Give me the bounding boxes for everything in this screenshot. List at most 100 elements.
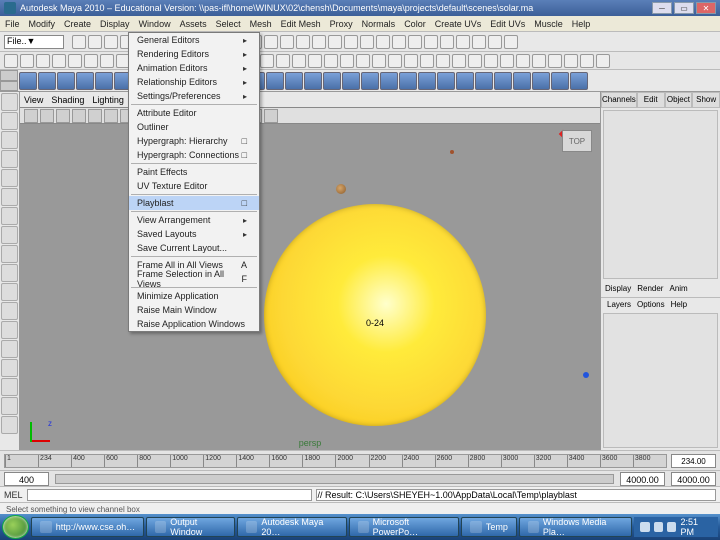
panel-tool-icon[interactable] [24,109,38,123]
planet-object-blue[interactable] [583,372,589,378]
shelf-tab-icon[interactable] [260,54,274,68]
menu-item-raise-main-window[interactable]: Raise Main Window [129,303,259,317]
shelf-button[interactable] [266,72,284,90]
menu-item-paint-effects[interactable]: Paint Effects [129,165,259,179]
toolbar-icon[interactable] [296,35,310,49]
menu-help[interactable]: Help [572,19,591,29]
tool-button[interactable] [1,264,18,282]
shelf-tab-toggle[interactable] [0,70,18,91]
shelf-tab-icon[interactable] [292,54,306,68]
shelf-tab-icon[interactable] [436,54,450,68]
layer-tabs[interactable]: Display Render Anim [601,281,720,297]
menu-item-rendering-editors[interactable]: Rendering Editors [129,47,259,61]
toolbar-icon[interactable] [456,35,470,49]
shelf-tab-icon[interactable] [564,54,578,68]
shelf-button[interactable] [418,72,436,90]
shelf-button[interactable] [532,72,550,90]
shelf-button[interactable] [361,72,379,90]
shelf-tab-icon[interactable] [52,54,66,68]
menu-muscle[interactable]: Muscle [534,19,563,29]
shelf-button[interactable] [95,72,113,90]
shelf-button[interactable] [399,72,417,90]
toolbar-icon[interactable] [344,35,358,49]
shelf-tab-icon[interactable] [484,54,498,68]
menu-item-attribute-editor[interactable]: Attribute Editor [129,106,259,120]
toolbar-icon[interactable] [88,35,102,49]
menu-item-saved-layouts[interactable]: Saved Layouts [129,227,259,241]
range-start-field[interactable]: 400 [4,472,49,486]
shelf-button[interactable] [494,72,512,90]
toolbar-icon[interactable] [360,35,374,49]
window-menu-dropdown[interactable]: General EditorsRendering EditorsAnimatio… [128,32,260,332]
menu-item-raise-application-windows[interactable]: Raise Application Windows [129,317,259,331]
shelf-tab-icon[interactable] [468,54,482,68]
module-selector[interactable]: File..▼ [4,35,64,49]
tool-button[interactable] [1,245,18,263]
layer-tab-display[interactable]: Display [605,284,631,293]
menu-edit-mesh[interactable]: Edit Mesh [281,19,321,29]
shelf-tab-icon[interactable] [372,54,386,68]
command-language-label[interactable]: MEL [4,490,23,500]
shelf-button[interactable] [285,72,303,90]
current-time-field[interactable]: 234.00 [671,454,716,468]
shelf-tab-icon[interactable] [356,54,370,68]
shelf-tab-icon[interactable] [580,54,594,68]
toolbar-icon[interactable] [472,35,486,49]
planet-object-small[interactable] [450,150,454,154]
maximize-button[interactable]: ▭ [674,2,694,14]
tool-button[interactable] [1,150,18,168]
shelf-tab-icon[interactable] [452,54,466,68]
menu-item-save-current-layout-[interactable]: Save Current Layout... [129,241,259,255]
menu-item-hypergraph-hierarchy[interactable]: Hypergraph: Hierarchy [129,134,259,148]
toolbar-icon[interactable] [312,35,326,49]
panel-tool-icon[interactable] [88,109,102,123]
panel-tool-icon[interactable] [56,109,70,123]
toolbar-icon[interactable] [424,35,438,49]
taskbar-item[interactable]: Temp [461,517,517,537]
taskbar-item[interactable]: http://www.cse.oh… [31,517,145,537]
layer-tab-anim[interactable]: Anim [669,284,687,293]
sun-sphere[interactable] [264,204,486,426]
layer-tab-render[interactable]: Render [637,284,663,293]
shelf-button[interactable] [513,72,531,90]
menu-modify[interactable]: Modify [29,19,56,29]
tool-button[interactable] [1,359,18,377]
shelf-tab-icon[interactable] [84,54,98,68]
channel-tab-channels[interactable]: Channels [601,92,637,108]
shelf-button[interactable] [57,72,75,90]
start-button[interactable] [2,515,29,539]
panel-menu-shading[interactable]: Shading [51,95,84,105]
tool-button[interactable] [1,112,18,130]
tool-button[interactable] [1,321,18,339]
taskbar-item[interactable]: Output Window [146,517,235,537]
menu-select[interactable]: Select [216,19,241,29]
toolbar-icon[interactable] [440,35,454,49]
menu-item-uv-texture-editor[interactable]: UV Texture Editor [129,179,259,193]
shelf-button[interactable] [304,72,322,90]
shelf-tab-icon[interactable] [100,54,114,68]
tray-icon[interactable] [654,522,663,532]
tool-button[interactable] [1,131,18,149]
range-bar[interactable] [55,474,614,484]
tool-button[interactable] [1,207,18,225]
menu-item-outliner[interactable]: Outliner [129,120,259,134]
tool-button[interactable] [1,302,18,320]
toolbar-icon[interactable] [392,35,406,49]
close-button[interactable]: ✕ [696,2,716,14]
channel-tab-object[interactable]: Object [665,92,693,108]
menu-window[interactable]: Window [139,19,171,29]
shelf-tab-icon[interactable] [532,54,546,68]
shelf-button[interactable] [475,72,493,90]
shelf-tab-icon[interactable] [324,54,338,68]
shelf-tab-icon[interactable] [340,54,354,68]
planet-object[interactable] [336,184,346,194]
shelf-tab-icon[interactable] [276,54,290,68]
shelf-tab-icon[interactable] [420,54,434,68]
menu-item-hypergraph-connections[interactable]: Hypergraph: Connections [129,148,259,162]
minimize-button[interactable]: ─ [652,2,672,14]
menu-create-uvs[interactable]: Create UVs [435,19,482,29]
time-ruler[interactable]: 1234400600800100012001400160018002000220… [4,454,667,468]
menu-bar[interactable]: FileModifyCreateDisplayWindowAssetsSelec… [0,16,720,32]
shelf-button[interactable] [19,72,37,90]
toolbar-icon[interactable] [376,35,390,49]
